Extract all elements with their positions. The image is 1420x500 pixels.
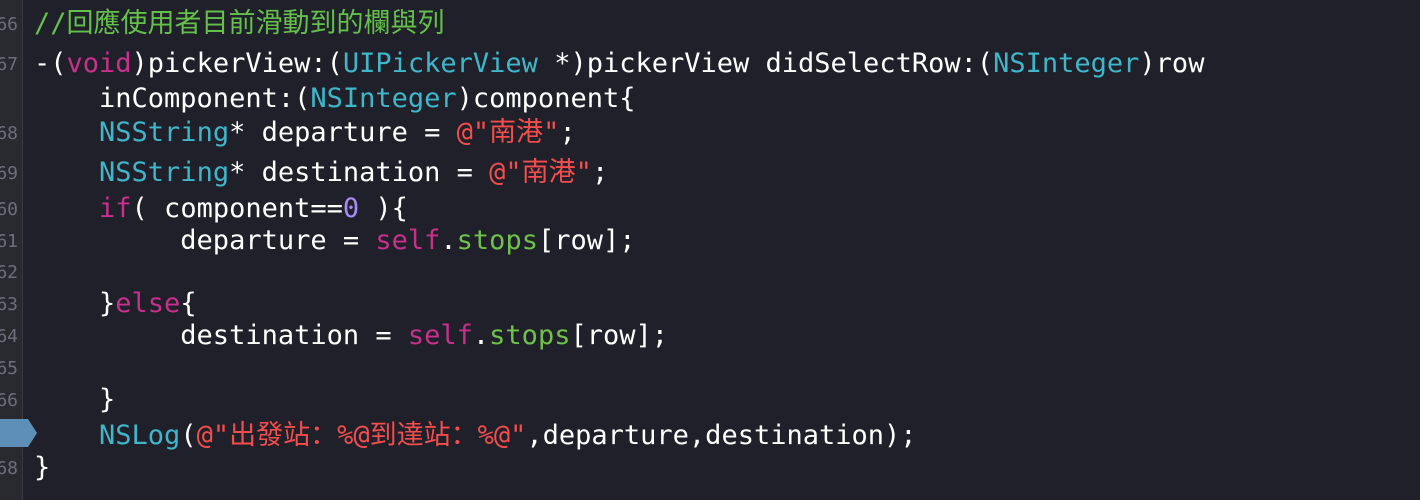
plain-token: ( [180,420,197,451]
keyword-token: void [66,48,132,79]
method-token: stops [456,225,538,256]
number-token: 0 [342,193,360,224]
plain-token: ){ [359,193,408,224]
class-token: NSInteger [993,48,1140,79]
plain-token: [row]; [570,320,668,351]
code-line[interactable]: destination = self.stops[row]; [34,320,668,352]
code-line[interactable]: } [34,384,115,416]
code-line[interactable]: -(void)pickerView:(UIPickerView *)picker… [34,48,1204,80]
line-number: 61 [0,231,18,252]
plain-token: [row]; [537,225,636,256]
plain-token: )row [1139,48,1205,79]
keyword-token: self [375,225,441,256]
code-line[interactable]: NSString* destination = @"南港"; [34,157,608,189]
string-token: @"出發站：%@到達站：%@" [196,420,527,451]
plain-token: departure = [34,225,376,256]
plain-token: * departure = [229,117,457,148]
line-number: 66 [0,390,18,411]
line-number: 66 [0,14,18,35]
plain-token: } [34,452,51,483]
code-line[interactable]: }else{ [34,288,197,320]
code-line[interactable]: //回應使用者目前滑動到的欄與列 [34,8,445,40]
method-token: stops [489,320,571,351]
plain-token: *)pickerView didSelectRow:( [537,48,994,79]
code-editor[interactable]: 66676869606162636465666768 //回應使用者目前滑動到的… [0,0,1420,500]
line-number: 63 [0,294,18,315]
plain-token: ; [591,157,609,188]
line-number: 64 [0,326,18,347]
plain-token: )component{ [456,83,636,114]
class-token: NSInteger [310,83,457,114]
plain-token: inComponent:( [34,83,311,114]
keyword-token: if [99,193,132,224]
code-line[interactable]: NSLog(@"出發站：%@到達站：%@",departure,destinat… [34,420,917,452]
code-line[interactable]: NSString* departure = @"南港"; [34,117,576,149]
plain-token: ; [559,117,576,148]
plain-token: . [472,320,490,351]
string-token: @"南港" [456,117,560,148]
plain-token: } [34,288,116,319]
string-token: @"南港" [489,157,592,188]
comment-token: //回應使用者目前滑動到的欄與列 [34,8,445,39]
plain-token: { [180,288,197,319]
code-line[interactable]: departure = self.stops[row]; [34,225,636,257]
line-number: 68 [0,123,18,144]
plain-token: ( component== [131,193,343,224]
plain-token: ,departure,destination); [526,420,917,451]
code-line[interactable]: } [34,452,50,484]
keyword-token: self [407,320,473,351]
class-token: UIPickerView [342,48,538,79]
plain-token: -( [34,48,67,79]
keyword-token: else [115,288,181,319]
plain-token: )pickerView:( [131,48,343,79]
code-line[interactable]: if( component==0 ){ [34,193,408,225]
line-number: 60 [0,199,18,220]
line-number: 67 [0,54,18,75]
plain-token: } [34,384,116,415]
line-number: 65 [0,358,18,379]
line-number: 69 [0,163,18,184]
class-token: NSString [99,157,230,188]
class-token: NSLog [99,420,181,451]
line-number: 62 [0,262,18,283]
plain-token: destination = [34,320,408,351]
line-number: 68 [0,458,18,479]
code-line[interactable]: inComponent:(NSInteger)component{ [34,83,635,115]
plain-token: * destination = [229,157,490,188]
class-token: NSString [99,117,230,148]
code-area[interactable]: //回應使用者目前滑動到的欄與列 -(void)pickerView:(UIPic… [22,0,1420,500]
plain-token: . [440,225,457,256]
